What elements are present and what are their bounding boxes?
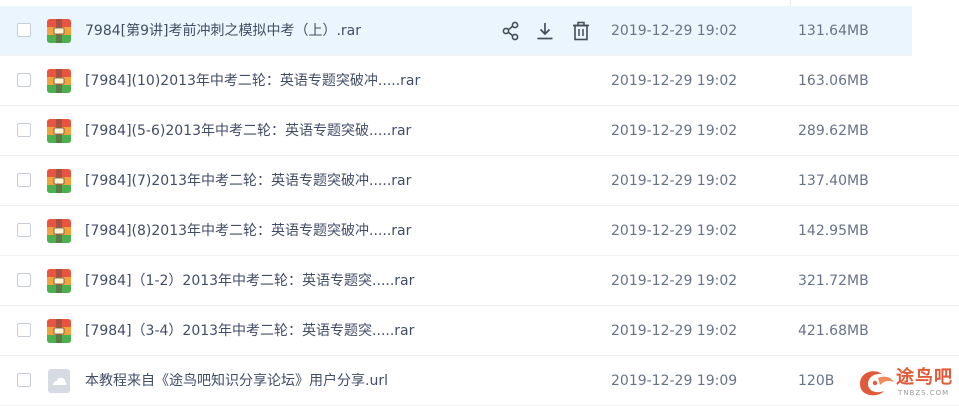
rar-archive-icon — [46, 218, 72, 244]
file-date: 2019-12-29 19:02 — [611, 123, 738, 139]
rar-archive-icon — [46, 18, 72, 44]
file-name[interactable]: [7984]（3-4）2013年中考二轮：英语专题突.....rar — [85, 322, 414, 340]
file-size: 321.72MB — [798, 273, 869, 289]
row-checkbox[interactable] — [17, 273, 31, 287]
file-size: 289.62MB — [798, 123, 869, 139]
file-name[interactable]: [7984](5-6)2013年中考二轮：英语专题突破.....rar — [85, 122, 411, 140]
file-size: 137.40MB — [798, 173, 869, 189]
file-name[interactable]: 7984[第9讲]考前冲刺之模拟中考（上）.rar — [85, 22, 361, 40]
file-size: 163.06MB — [798, 73, 869, 89]
file-date: 2019-12-29 19:02 — [611, 23, 738, 39]
rar-archive-icon — [46, 318, 72, 344]
share-icon[interactable] — [500, 20, 522, 42]
rar-archive-icon — [46, 118, 72, 144]
delete-icon[interactable] — [570, 20, 592, 42]
file-row[interactable]: 本教程来自《途鸟吧知识分享论坛》用户分享.url 2019-12-29 19:09… — [0, 356, 959, 406]
file-date: 2019-12-29 19:09 — [611, 373, 738, 389]
rar-archive-icon — [46, 168, 72, 194]
file-name[interactable]: [7984](10)2013年中考二轮：英语专题突破冲.....rar — [85, 72, 420, 90]
url-file-icon — [46, 368, 72, 394]
file-name[interactable]: [7984](7)2013年中考二轮：英语专题突破冲.....rar — [85, 172, 411, 190]
file-date: 2019-12-29 19:02 — [611, 323, 738, 339]
watermark-text: 途鸟吧 — [896, 367, 953, 388]
file-row[interactable]: [7984](7)2013年中考二轮：英语专题突破冲.....rar 2019-1… — [0, 156, 959, 206]
file-row[interactable]: 7984[第9讲]考前冲刺之模拟中考（上）.rar 2019-12-29 19:0… — [0, 6, 912, 56]
file-list: 7984[第9讲]考前冲刺之模拟中考（上）.rar 2019-12-29 19:0… — [0, 6, 959, 406]
file-size: 421.68MB — [798, 323, 869, 339]
rar-archive-icon — [46, 268, 72, 294]
file-row[interactable]: [7984](8)2013年中考二轮：英语专题突破冲.....rar 2019-1… — [0, 206, 959, 256]
file-size: 120B — [798, 373, 835, 389]
file-size: 131.64MB — [798, 23, 869, 39]
file-date: 2019-12-29 19:02 — [611, 223, 738, 239]
rar-archive-icon — [46, 68, 72, 94]
file-date: 2019-12-29 19:02 — [611, 173, 738, 189]
row-checkbox[interactable] — [17, 173, 31, 187]
file-date: 2019-12-29 19:02 — [611, 273, 738, 289]
file-row[interactable]: [7984]（3-4）2013年中考二轮：英语专题突.....rar 2019-1… — [0, 306, 959, 356]
row-checkbox[interactable] — [17, 123, 31, 137]
file-name[interactable]: [7984]（1-2）2013年中考二轮：英语专题突.....rar — [85, 272, 414, 290]
row-checkbox[interactable] — [17, 373, 31, 387]
watermark-subtext: TNBZS.COM — [898, 389, 950, 397]
row-checkbox[interactable] — [17, 223, 31, 237]
watermark: 途鸟吧 TNBZS.COM — [856, 362, 956, 400]
row-checkbox[interactable] — [17, 23, 31, 37]
file-row[interactable]: [7984](10)2013年中考二轮：英语专题突破冲.....rar 2019-… — [0, 56, 959, 106]
row-checkbox[interactable] — [17, 323, 31, 337]
file-size: 142.95MB — [798, 223, 869, 239]
bird-logo-icon — [860, 371, 894, 396]
file-row[interactable]: [7984]（1-2）2013年中考二轮：英语专题突.....rar 2019-1… — [0, 256, 959, 306]
download-icon[interactable] — [534, 20, 556, 42]
row-checkbox[interactable] — [17, 73, 31, 87]
file-name[interactable]: [7984](8)2013年中考二轮：英语专题突破冲.....rar — [85, 222, 411, 240]
file-row[interactable]: [7984](5-6)2013年中考二轮：英语专题突破.....rar 2019-… — [0, 106, 959, 156]
file-date: 2019-12-29 19:02 — [611, 73, 738, 89]
file-name[interactable]: 本教程来自《途鸟吧知识分享论坛》用户分享.url — [85, 372, 388, 390]
